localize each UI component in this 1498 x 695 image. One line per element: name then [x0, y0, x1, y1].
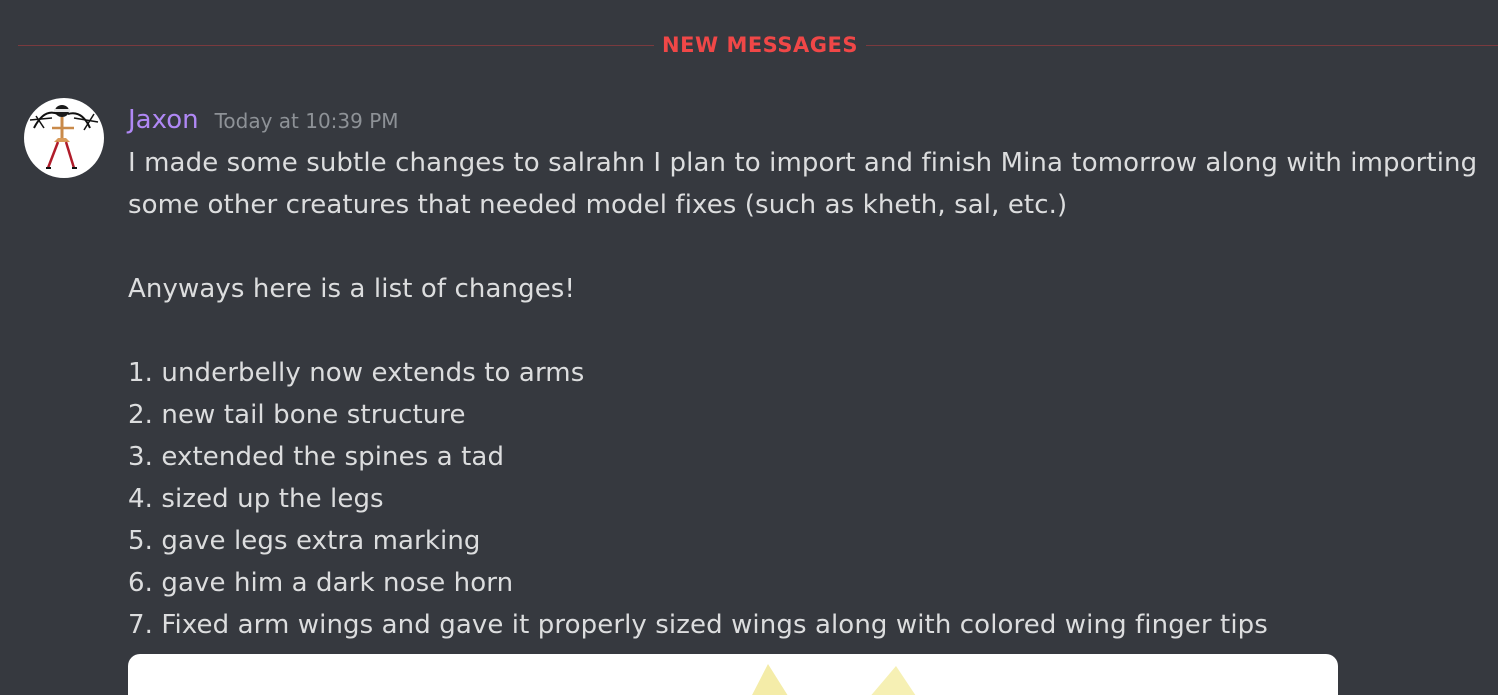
- new-messages-divider: NEW MESSAGES: [18, 28, 1498, 62]
- message-content: I made some subtle changes to salrahn I …: [128, 142, 1496, 646]
- stick-figure-avatar-icon: [29, 105, 99, 169]
- user-avatar[interactable]: [24, 98, 104, 178]
- new-messages-label: NEW MESSAGES: [662, 33, 858, 57]
- message-text-line: I made some subtle changes to salrahn I …: [128, 148, 1478, 178]
- change-list-item: 2. new tail bone structure: [128, 400, 466, 430]
- change-list-item: 1. underbelly now extends to arms: [128, 358, 585, 388]
- change-list-item: 4. sized up the legs: [128, 484, 384, 514]
- divider-line-left: [18, 45, 654, 46]
- change-list-item: 7. Fixed arm wings and gave it properly …: [128, 610, 1268, 640]
- message-text-line: some other creatures that needed model f…: [128, 190, 1068, 220]
- change-list-item: 5. gave legs extra marking: [128, 526, 481, 556]
- message-timestamp: Today at 10:39 PM: [214, 109, 399, 133]
- image-attachment-icon: [752, 664, 916, 695]
- image-attachment[interactable]: [128, 654, 1338, 695]
- list-intro-line: Anyways here is a list of changes!: [128, 274, 575, 304]
- change-list-item: 3. extended the spines a tad: [128, 442, 505, 472]
- author-name[interactable]: Jaxon: [128, 105, 199, 135]
- message-header: Jaxon Today at 10:39 PM: [128, 104, 399, 138]
- change-list-item: 6. gave him a dark nose horn: [128, 568, 514, 598]
- divider-line-right: [866, 45, 1498, 46]
